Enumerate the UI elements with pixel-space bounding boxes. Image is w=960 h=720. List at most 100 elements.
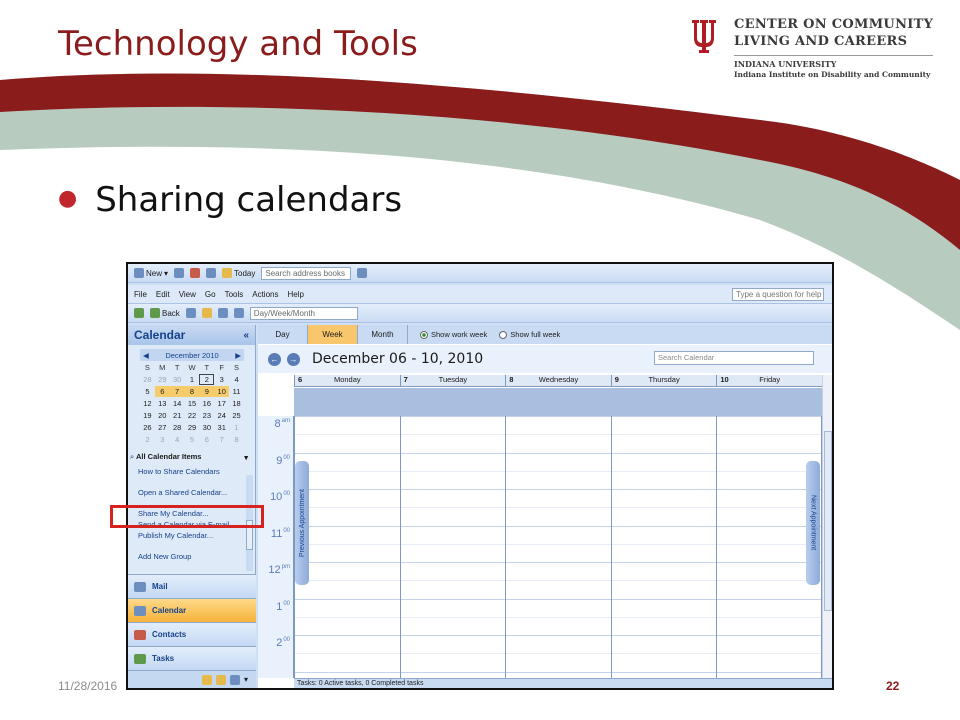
mini-calendar-day[interactable]: 5: [140, 386, 155, 397]
mini-calendar-day[interactable]: 8: [229, 434, 244, 445]
notes-icon[interactable]: [201, 675, 212, 685]
menu-go[interactable]: Go: [205, 290, 216, 299]
mini-calendar-day[interactable]: 10: [214, 386, 230, 397]
outlook-today-icon[interactable]: [134, 308, 144, 318]
mini-calendar-day[interactable]: 3: [214, 374, 229, 385]
prev-month-icon[interactable]: ◀: [143, 351, 149, 360]
delete-icon[interactable]: [190, 268, 201, 278]
today-button[interactable]: Today: [222, 268, 255, 278]
configure-buttons-icon[interactable]: ▾: [244, 675, 248, 688]
link-add-new-group[interactable]: Add New Group: [138, 552, 242, 562]
mini-calendar-day[interactable]: 17: [214, 398, 229, 409]
forward-icon[interactable]: [185, 308, 196, 318]
mini-calendar-day[interactable]: 5: [185, 434, 200, 445]
next-appointment-tab[interactable]: Next Appointment: [806, 461, 820, 585]
mini-calendar-day[interactable]: 6: [199, 434, 214, 445]
help-icon[interactable]: [357, 268, 368, 278]
menu-edit[interactable]: Edit: [156, 290, 170, 299]
mini-calendar-day[interactable]: 2: [199, 374, 215, 385]
mini-calendar-day[interactable]: 13: [155, 398, 170, 409]
menu-file[interactable]: File: [134, 290, 147, 299]
forward-week-icon[interactable]: →: [287, 352, 300, 366]
mini-calendar-day[interactable]: 28: [170, 422, 185, 433]
day-header[interactable]: 9 Thursday: [610, 375, 717, 386]
mini-calendar-day[interactable]: 4: [170, 434, 185, 445]
mini-calendar-day[interactable]: 18: [229, 398, 244, 409]
menu-tools[interactable]: Tools: [225, 290, 244, 299]
address-book-search[interactable]: Search address books: [261, 266, 352, 280]
search-calendar-input[interactable]: Search Calendar: [654, 351, 814, 365]
mini-calendar-day[interactable]: 29: [155, 374, 170, 385]
mini-calendar-day[interactable]: 9: [199, 386, 215, 397]
show-full-week-radio[interactable]: Show full week: [499, 325, 560, 344]
menu-actions[interactable]: Actions: [252, 290, 278, 299]
week-grid[interactable]: [294, 416, 822, 678]
folder-icon[interactable]: [201, 308, 212, 318]
all-calendar-items[interactable]: ⌕ All Calendar Items ▾: [130, 451, 252, 463]
view-select[interactable]: Day/Week/Month: [249, 306, 358, 320]
mini-calendar-day[interactable]: 1: [229, 422, 244, 433]
mini-calendar-day[interactable]: 8: [184, 386, 200, 397]
collapse-pane-icon[interactable]: «: [243, 330, 249, 341]
calendar-scrollbar[interactable]: [822, 375, 832, 678]
day-header[interactable]: 6 Monday: [294, 375, 400, 386]
link-publish-my-calendar[interactable]: Publish My Calendar...: [138, 531, 242, 552]
menu-view[interactable]: View: [179, 290, 196, 299]
print-preview-icon[interactable]: [217, 308, 228, 318]
mini-calendar-day[interactable]: 3: [155, 434, 170, 445]
mini-calendar-day[interactable]: 20: [155, 410, 170, 421]
mini-calendar-day[interactable]: 15: [185, 398, 200, 409]
mini-calendar-day[interactable]: 25: [229, 410, 244, 421]
mini-calendar-day[interactable]: 27: [155, 422, 170, 433]
mini-calendar-day[interactable]: 7: [214, 434, 229, 445]
mini-calendar-day[interactable]: 30: [170, 374, 185, 385]
print-icon[interactable]: [174, 268, 185, 278]
mini-calendar-day[interactable]: 2: [140, 434, 155, 445]
mini-calendar-day[interactable]: 1: [185, 374, 200, 385]
mini-calendar-day[interactable]: 30: [199, 422, 214, 433]
show-work-week-radio[interactable]: Show work week: [420, 325, 487, 344]
mini-calendar-day[interactable]: 6: [154, 386, 170, 397]
page-number: 22: [886, 679, 900, 693]
tab-week[interactable]: Week: [308, 325, 358, 344]
mini-calendar-day[interactable]: 31: [214, 422, 229, 433]
mini-calendar-day[interactable]: 21: [170, 410, 185, 421]
mini-calendar-day[interactable]: 26: [140, 422, 155, 433]
mini-calendar-day[interactable]: 29: [185, 422, 200, 433]
nav-mail-button[interactable]: Mail: [128, 574, 256, 598]
tab-month[interactable]: Month: [358, 325, 408, 344]
mini-calendar-day[interactable]: 16: [199, 398, 214, 409]
mini-calendar-day[interactable]: 24: [214, 410, 229, 421]
folder-list-icon[interactable]: [215, 675, 226, 685]
all-day-event-row[interactable]: [294, 388, 822, 416]
mini-calendar-day[interactable]: 19: [140, 410, 155, 421]
mini-calendar-day[interactable]: 4: [229, 374, 244, 385]
mini-calendar-day[interactable]: 14: [170, 398, 185, 409]
back-button[interactable]: Back: [150, 308, 180, 318]
previous-appointment-tab[interactable]: Previous Appointment: [295, 461, 309, 585]
nav-calendar-button[interactable]: Calendar: [128, 598, 256, 622]
undo-icon[interactable]: [233, 308, 244, 318]
mini-calendar-day[interactable]: 12: [140, 398, 155, 409]
mini-calendar-day[interactable]: 22: [185, 410, 200, 421]
chevron-down-icon[interactable]: ▾: [244, 453, 248, 462]
mini-calendar-day[interactable]: 23: [199, 410, 214, 421]
shortcuts-icon[interactable]: [229, 675, 240, 685]
day-header[interactable]: 8 Wednesday: [505, 375, 611, 386]
day-header[interactable]: 7 Tuesday: [399, 375, 506, 386]
help-question-input[interactable]: Type a question for help: [732, 288, 824, 301]
calendar-scroll-thumb[interactable]: [824, 431, 832, 611]
next-month-icon[interactable]: ▶: [235, 351, 241, 360]
mini-calendar-day[interactable]: 11: [229, 386, 244, 397]
nav-contacts-button[interactable]: Contacts: [128, 622, 256, 646]
mini-calendar-day[interactable]: 28: [140, 374, 155, 385]
back-week-icon[interactable]: ←: [268, 352, 281, 366]
new-button[interactable]: New ▾: [134, 268, 168, 278]
nav-tasks-button[interactable]: Tasks: [128, 646, 256, 670]
day-header[interactable]: 10 Friday: [716, 375, 822, 386]
menu-help[interactable]: Help: [287, 290, 303, 299]
tab-day[interactable]: Day: [258, 325, 308, 344]
calendar-icon[interactable]: [206, 268, 217, 278]
mini-calendar-day[interactable]: 7: [169, 386, 185, 397]
link-how-to-share[interactable]: How to Share Calendars: [138, 467, 242, 488]
